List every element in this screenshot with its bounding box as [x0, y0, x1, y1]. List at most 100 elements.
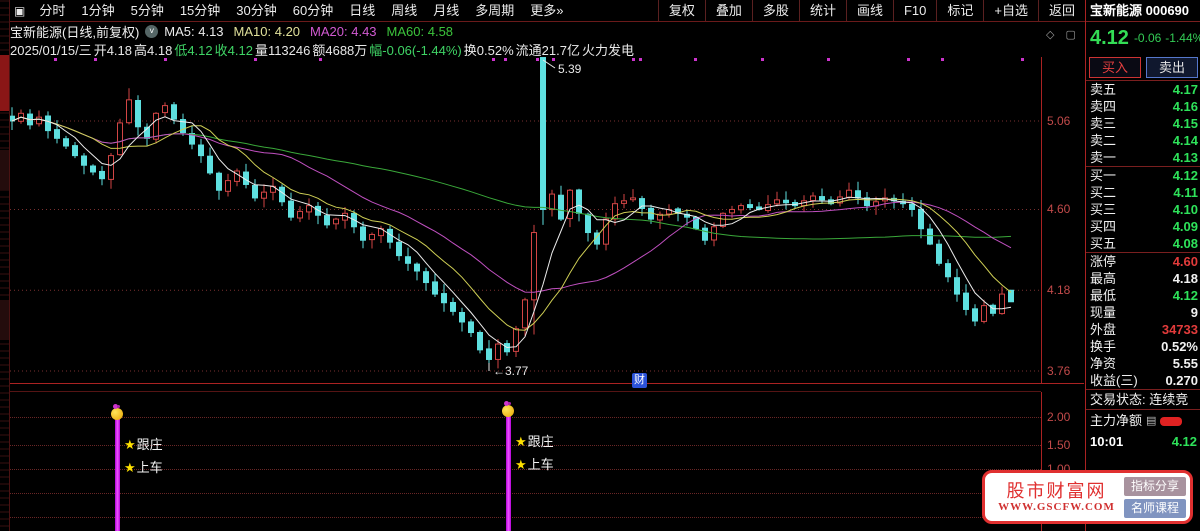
- main-capital-row[interactable]: 主力净额 ▤: [1086, 410, 1200, 432]
- book-level-label: 买一: [1090, 168, 1117, 183]
- menu-item-复权[interactable]: 复权: [657, 0, 705, 21]
- menu-item-标记[interactable]: 标记: [936, 0, 983, 21]
- order-book-row[interactable]: 卖二 4.14: [1086, 132, 1200, 149]
- book-level-price: 4.08: [1172, 236, 1198, 251]
- watermark-banner: 股市财富网 WWW.GSCFW.COM 指标分享 名师课程: [982, 470, 1193, 524]
- indicator-badge[interactable]: 财: [632, 373, 647, 388]
- menu-item-周线[interactable]: 周线: [383, 0, 425, 21]
- signal-label: ★上车: [124, 460, 163, 475]
- window-icon[interactable]: ▣: [10, 4, 31, 18]
- list-icon: ▤: [1146, 415, 1157, 427]
- trade-status: 交易状态: 连续竞: [1090, 392, 1189, 407]
- tick-row[interactable]: 10:01 4.12: [1086, 432, 1200, 451]
- book-level-price: 4.17: [1172, 82, 1198, 97]
- menu-item-60分钟[interactable]: 60分钟: [285, 0, 341, 21]
- order-book-row[interactable]: 买四 4.09: [1086, 218, 1200, 235]
- stat-value: 5.55: [1172, 356, 1198, 371]
- stat-value: 4.60: [1172, 254, 1198, 269]
- quote-field: 开4.18: [93, 43, 132, 58]
- price-change: -0.06: [1133, 31, 1162, 45]
- menu-item-多股[interactable]: 多股: [751, 0, 799, 21]
- quote-field: 流通21.7亿: [515, 43, 580, 58]
- ma-value: MA20: 4.43: [310, 23, 377, 39]
- subchart-axis-label: 2.00: [1047, 410, 1071, 424]
- buy-button[interactable]: 买入: [1089, 56, 1141, 78]
- chart-title: 宝新能源(日线,前复权): [10, 24, 140, 40]
- pane-control-icons[interactable]: ◇ ▢: [1046, 28, 1080, 41]
- order-book-row[interactable]: 买二 4.11: [1086, 184, 1200, 201]
- stat-label: 最高: [1090, 271, 1117, 286]
- stock-name-code[interactable]: 宝新能源 000690: [1086, 0, 1200, 21]
- menu-item-多周期[interactable]: 多周期: [467, 0, 522, 21]
- menu-item-画线[interactable]: 画线: [845, 0, 893, 21]
- menu-item-返回[interactable]: 返回: [1037, 0, 1085, 21]
- book-level-price: 4.11: [1173, 185, 1198, 200]
- tools-menu: 复权 叠加 多股 统计 画线 F10 标记 +自选 返回: [657, 0, 1085, 21]
- candlestick-chart[interactable]: 5.39 ←3.77: [9, 57, 1042, 383]
- stock-name: 宝新能源: [1090, 3, 1143, 18]
- subchart-gridline: [10, 493, 1041, 494]
- book-level-label: 买五: [1090, 236, 1117, 251]
- star-icon: ★: [515, 434, 527, 449]
- subchart-gridline: [10, 517, 1041, 518]
- daily-quote-row: 2025/01/15/三 开4.18 高4.18 低4.12 收4.12 量113246 额…: [10, 40, 1085, 58]
- signal-label: ★跟庄: [515, 434, 554, 449]
- book-level-price: 4.15: [1172, 116, 1198, 131]
- ma-value: MA60: 4.58: [386, 23, 454, 39]
- left-strip-active-tab[interactable]: [0, 55, 9, 111]
- sell-button[interactable]: 卖出: [1146, 56, 1198, 78]
- menu-item-30分钟[interactable]: 30分钟: [228, 0, 284, 21]
- quote-field: 火力发电: [581, 43, 634, 58]
- book-level-label: 买四: [1090, 219, 1117, 234]
- book-level-price: 4.10: [1172, 202, 1198, 217]
- signal-label: ★上车: [515, 457, 554, 472]
- quote-field: 换0.52%: [463, 43, 514, 58]
- stat-value: 4.12: [1172, 288, 1198, 303]
- quote-field: 收4.12: [214, 43, 253, 58]
- star-icon: ★: [124, 437, 136, 452]
- period-menu: 分时 1分钟 5分钟 15分钟 30分钟 60分钟 日线 周线 月线 多周期 更多»: [31, 0, 571, 21]
- menu-item-1分钟[interactable]: 1分钟: [73, 0, 122, 21]
- menu-item-5分钟[interactable]: 5分钟: [123, 0, 172, 21]
- book-level-label: 卖三: [1090, 116, 1117, 131]
- stat-label: 换手: [1090, 339, 1117, 354]
- menu-item-F10[interactable]: F10: [892, 0, 936, 21]
- menu-item-统计[interactable]: 统计: [798, 0, 846, 21]
- order-book-row[interactable]: 卖三 4.15: [1086, 115, 1200, 132]
- order-book-row[interactable]: 卖一 4.13: [1086, 149, 1200, 166]
- svg-text:5.39: 5.39: [558, 62, 582, 76]
- quote-stat-row: 收益(三) 0.270: [1086, 372, 1200, 389]
- symbol-info-row: 宝新能源(日线,前复权) ˅ MA5: 4.13 MA10: 4.20 MA20: …: [10, 23, 1085, 40]
- menu-item-月线[interactable]: 月线: [425, 0, 467, 21]
- watermark-title: 股市财富网: [1006, 481, 1107, 501]
- stat-value: 34733: [1161, 322, 1198, 337]
- menu-item-更多»[interactable]: 更多»: [522, 0, 571, 21]
- star-icon: ★: [515, 457, 527, 472]
- book-level-label: 卖二: [1090, 133, 1117, 148]
- order-book-row[interactable]: 买五 4.08: [1086, 235, 1200, 252]
- stat-label: 外盘: [1090, 322, 1117, 337]
- price-axis-label: 4.60: [1047, 202, 1071, 216]
- signal-label: ★跟庄: [124, 437, 163, 452]
- order-book-row[interactable]: 卖五 4.17: [1086, 81, 1200, 98]
- order-book-row[interactable]: 买一 4.12: [1086, 167, 1200, 184]
- left-strip-tab[interactable]: [0, 150, 9, 190]
- quote-stat-row: 最高 4.18: [1086, 270, 1200, 287]
- book-level-label: 卖四: [1090, 99, 1117, 114]
- book-level-label: 卖五: [1090, 82, 1117, 97]
- chevron-down-icon[interactable]: ˅: [145, 24, 159, 38]
- menu-item-日线[interactable]: 日线: [341, 0, 383, 21]
- menu-item-15分钟[interactable]: 15分钟: [172, 0, 228, 21]
- subchart-axis-label: 1.50: [1047, 438, 1071, 452]
- signal-indicator-pane[interactable]: ★跟庄 ★上车 ★跟庄 ★上车: [10, 392, 1042, 531]
- menu-item-分时[interactable]: 分时: [31, 0, 73, 21]
- ma-readout: MA5: 4.13 MA10: 4.20 MA20: 4.43 MA60: 4.58: [164, 24, 463, 39]
- menu-item-+自选[interactable]: +自选: [983, 0, 1038, 21]
- quote-stat-row: 换手 0.52%: [1086, 338, 1200, 355]
- ma-value: MA10: 4.20: [233, 23, 301, 39]
- order-book-row[interactable]: 买三 4.10: [1086, 201, 1200, 218]
- menu-item-叠加[interactable]: 叠加: [704, 0, 752, 21]
- left-strip-tab[interactable]: [0, 300, 9, 340]
- left-vertical-tab-strip[interactable]: [0, 0, 10, 531]
- order-book-row[interactable]: 卖四 4.16: [1086, 98, 1200, 115]
